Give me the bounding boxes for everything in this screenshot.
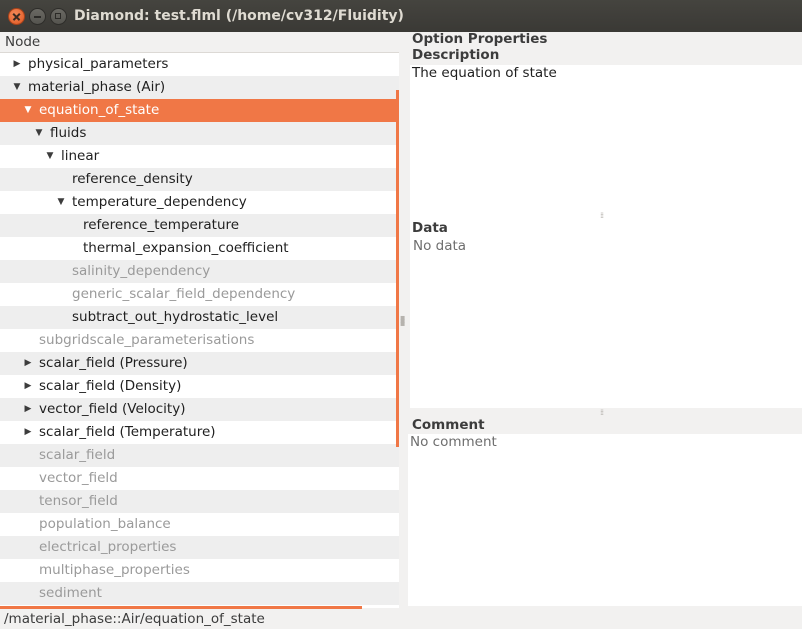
tree-row-label: fluids [50, 125, 87, 141]
tree-row[interactable]: multiphase_properties [0, 559, 399, 582]
tree-row-label: vector_field (Velocity) [39, 401, 186, 417]
tree-row-label: equation_of_state [39, 102, 160, 118]
comment-heading: Comment [412, 417, 485, 433]
tree-row[interactable]: sediment [0, 582, 399, 605]
tree-row[interactable]: ▼ material_phase (Air) [0, 76, 399, 99]
tree-row[interactable]: ▼ equation_of_state [0, 99, 399, 122]
tree-row-label: subtract_out_hydrostatic_level [72, 309, 279, 325]
tree-row[interactable]: population_balance [0, 513, 399, 536]
tree-row[interactable]: generic_scalar_field_dependency [0, 283, 399, 306]
data-resize-grip-icon[interactable]: ⁞⁞ [600, 408, 604, 417]
status-path: /material_phase::Air/equation_of_state [4, 611, 265, 627]
tree-row-label: linear [61, 148, 100, 164]
tree-row-label: salinity_dependency [72, 263, 211, 279]
tree-row[interactable]: scalar_field [0, 444, 399, 467]
tree-row-label: subgridscale_parameterisations [39, 332, 255, 348]
description-heading: Description [412, 47, 500, 63]
tree-row-label: scalar_field (Temperature) [39, 424, 216, 440]
tree-row[interactable]: ▶ scalar_field (Density) [0, 375, 399, 398]
description-resize-grip-icon[interactable]: ⁞⁞ [600, 211, 604, 220]
expanded-arrow-icon[interactable]: ▼ [34, 122, 44, 145]
tree-row[interactable]: subgridscale_parameterisations [0, 329, 399, 352]
expanded-arrow-icon[interactable]: ▼ [12, 76, 22, 99]
option-properties-panel: Option Properties Description The equati… [408, 31, 802, 608]
tree-row[interactable]: subtract_out_hydrostatic_level [0, 306, 399, 329]
collapsed-arrow-icon[interactable]: ▶ [23, 352, 33, 375]
collapsed-arrow-icon[interactable]: ▶ [23, 375, 33, 398]
data-box: No data [410, 238, 802, 408]
tree-row-label: vector_field [39, 470, 118, 486]
window-title: Diamond: test.flml (/home/cv312/Fluidity… [74, 8, 404, 24]
tree-row[interactable]: tensor_field [0, 490, 399, 513]
collapsed-arrow-icon[interactable]: ▶ [23, 421, 33, 444]
close-window-button[interactable] [8, 8, 25, 25]
comment-box[interactable]: No comment [408, 434, 802, 606]
status-bar: /material_phase::Air/equation_of_state [0, 609, 802, 629]
option-properties-heading: Option Properties [412, 31, 548, 47]
tree-row-label: multiphase_properties [39, 562, 190, 578]
maximize-window-button[interactable] [50, 8, 67, 25]
tree-row-label: sediment [39, 585, 102, 601]
tree-row[interactable]: reference_temperature [0, 214, 399, 237]
expanded-arrow-icon[interactable]: ▼ [45, 145, 55, 168]
tree-row-label: reference_density [72, 171, 193, 187]
collapsed-arrow-icon[interactable]: ▶ [23, 398, 33, 421]
tree-row[interactable]: ▶ scalar_field (Temperature) [0, 421, 399, 444]
description-text: The equation of state [412, 65, 557, 81]
data-heading: Data [412, 220, 448, 236]
expanded-arrow-icon[interactable]: ▼ [56, 191, 66, 214]
tree-row[interactable]: vector_field [0, 467, 399, 490]
tree-row-label: scalar_field (Pressure) [39, 355, 188, 371]
tree-column-header[interactable]: Node [0, 32, 399, 53]
tree-row-label: scalar_field [39, 447, 116, 463]
tree-row[interactable]: ▶ vector_field (Velocity) [0, 398, 399, 421]
description-box: The equation of state [410, 65, 802, 243]
window-titlebar: Diamond: test.flml (/home/cv312/Fluidity… [0, 0, 802, 32]
tree-row[interactable]: ▼ temperature_dependency [0, 191, 399, 214]
tree-row-label: population_balance [39, 516, 171, 532]
collapsed-arrow-icon[interactable]: ▶ [12, 53, 22, 76]
tree-row-label: electrical_properties [39, 539, 177, 555]
tree-row-label: material_phase (Air) [28, 79, 166, 95]
tree-row[interactable]: reference_density [0, 168, 399, 191]
tree-row-label: scalar_field (Density) [39, 378, 182, 394]
tree-row-label: generic_scalar_field_dependency [72, 286, 296, 302]
comment-text[interactable]: No comment [410, 434, 497, 450]
tree-row[interactable]: ▶ scalar_field (Pressure) [0, 352, 399, 375]
data-text: No data [413, 238, 467, 254]
splitter-grip-icon[interactable]: ▪ ▪ ▪ [400, 314, 405, 328]
tree-row-label: temperature_dependency [72, 194, 247, 210]
tree-row-label: thermal_expansion_coefficient [83, 240, 289, 256]
tree-row[interactable]: ▶ physical_parameters [0, 53, 399, 76]
tree-row[interactable]: thermal_expansion_coefficient [0, 237, 399, 260]
tree-row-label: tensor_field [39, 493, 118, 509]
tree-row[interactable]: salinity_dependency [0, 260, 399, 283]
tree-row-label: physical_parameters [28, 56, 169, 72]
expanded-arrow-icon[interactable]: ▼ [23, 99, 33, 122]
tree-row[interactable]: ▼ fluids [0, 122, 399, 145]
minimize-window-button[interactable] [29, 8, 46, 25]
tree-row[interactable]: ▼ linear [0, 145, 399, 168]
node-tree[interactable]: Node ▶ physical_parameters ▼ material_phase… [0, 32, 399, 608]
tree-row-label: reference_temperature [83, 217, 240, 233]
tree-row[interactable]: electrical_properties [0, 536, 399, 559]
